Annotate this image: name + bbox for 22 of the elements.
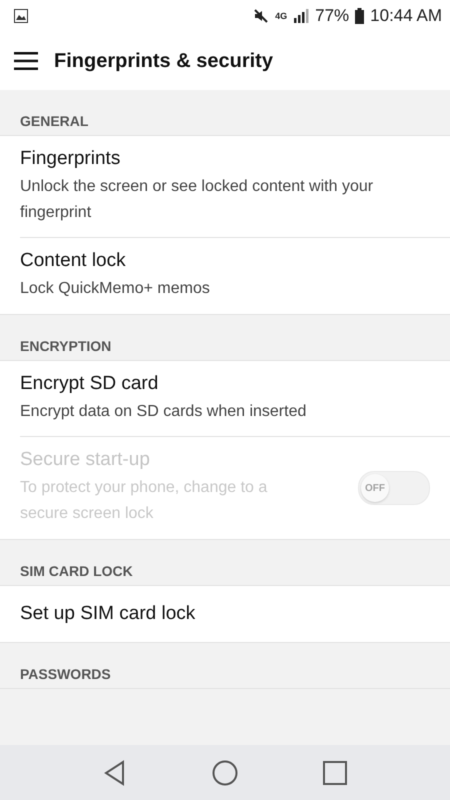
section-title: SIM CARD LOCK [20, 563, 133, 579]
picture-icon [14, 9, 28, 23]
item-subtitle: Encrypt data on SD cards when inserted [20, 402, 308, 422]
mute-icon [253, 8, 270, 24]
item-title[interactable]: Encrypt SD card [20, 373, 430, 395]
item-subtitle: Lock QuickMemo+ memos [20, 279, 211, 299]
home-icon[interactable] [211, 758, 239, 786]
section-title: GENERAL [20, 113, 88, 129]
battery-percent: 77% [315, 6, 350, 26]
network-type: 4G [275, 12, 288, 20]
item-title[interactable]: Content lock [20, 250, 430, 272]
signal-icon [293, 9, 310, 23]
clock: 10:44 AM [370, 6, 442, 26]
recents-icon[interactable] [321, 758, 349, 786]
screen-title: Fingerprints & security [54, 50, 273, 72]
menu-icon[interactable] [14, 52, 38, 70]
section-title: ENCRYPTION [20, 338, 112, 354]
item-subtitle: Unlock the screen or see locked content with your fingerprint [20, 177, 374, 223]
battery-icon [355, 8, 364, 24]
item-title: Secure start-up [20, 449, 151, 471]
item-title[interactable]: Fingerprints [20, 148, 430, 170]
section-title: PASSWORDS [20, 666, 111, 682]
